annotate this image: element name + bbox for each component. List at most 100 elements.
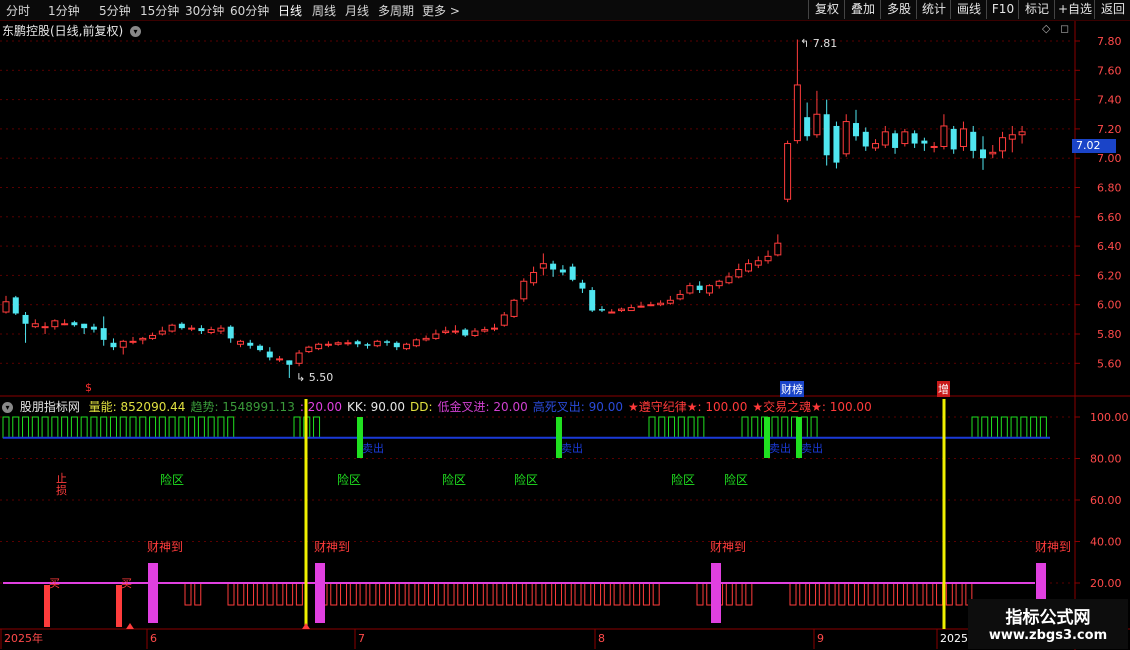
green-bar	[991, 416, 999, 439]
candle-body	[119, 340, 127, 348]
green-bar	[687, 416, 695, 439]
red-bar	[828, 582, 836, 606]
f10-button[interactable]: F10	[986, 0, 1019, 19]
candle-body	[550, 263, 557, 270]
period-multi[interactable]: 多周期	[378, 2, 414, 19]
red-bar	[564, 582, 572, 606]
period-30min[interactable]: 30分钟	[185, 2, 224, 19]
red-bar	[906, 582, 914, 606]
red-bar	[877, 582, 885, 606]
indicator-value-8: ★交易之魂★: 100.00	[752, 400, 872, 414]
green-bar	[61, 416, 69, 439]
period-5min[interactable]: 5分钟	[99, 2, 131, 19]
red-bar	[789, 582, 797, 606]
red-bar	[818, 582, 826, 606]
candle-body	[559, 269, 566, 273]
period-weekly[interactable]: 周线	[312, 2, 336, 19]
red-bar	[286, 582, 294, 606]
green-bar	[971, 416, 979, 439]
chart-frame	[0, 21, 1130, 650]
stock-title: 东鹏控股(日线,前复权)	[2, 24, 124, 38]
caishen-label: 财神到	[147, 540, 183, 554]
period-fenshi[interactable]: 分时	[6, 2, 30, 19]
candle-body	[422, 337, 430, 341]
chevron-down-icon[interactable]: ▾	[130, 26, 142, 37]
risk-zone-label: 险区	[442, 472, 466, 487]
period-monthly[interactable]: 月线	[345, 2, 369, 19]
period-1min[interactable]: 1分钟	[48, 2, 80, 19]
red-bar	[256, 582, 264, 606]
high-price-label: ↰ 7.81	[800, 37, 838, 50]
candle-body	[61, 323, 69, 326]
sell-label: 卖出	[801, 441, 823, 455]
indicator-settings-icon[interactable]: ▾	[2, 402, 13, 413]
red-bar	[369, 582, 377, 606]
red-bar	[276, 582, 284, 606]
green-bar	[217, 416, 225, 439]
diamond-icon[interactable]: ◇	[1042, 22, 1050, 35]
green-bar	[648, 416, 656, 439]
multi-stock-button[interactable]: 多股	[880, 0, 917, 19]
add-watchlist-button[interactable]: +自选	[1054, 0, 1095, 19]
candle-body	[881, 131, 889, 146]
risk-zone-label: 险区	[337, 472, 361, 487]
buy-label: 买	[121, 577, 132, 590]
candle-body	[1008, 134, 1016, 140]
draw-line-button[interactable]: 画线	[950, 0, 987, 19]
red-bar	[887, 582, 895, 606]
back-button[interactable]: 返回	[1094, 0, 1130, 19]
candle-body	[774, 242, 782, 256]
green-bar	[800, 416, 808, 439]
red-bar	[745, 582, 753, 606]
candle-body	[168, 324, 176, 332]
indicator-value-3: KK: 90.00	[347, 400, 405, 414]
green-bar	[1030, 416, 1038, 439]
red-bar	[408, 582, 416, 606]
red-bar	[725, 582, 733, 606]
candle-body	[804, 117, 811, 137]
indicator-name[interactable]: 股朋指标网	[20, 400, 80, 414]
period-60min[interactable]: 60分钟	[230, 2, 269, 19]
period-more[interactable]: 更多 >	[422, 2, 460, 19]
candle-body	[393, 342, 400, 348]
candle-body	[2, 301, 10, 313]
stoploss-label: 损	[56, 483, 67, 497]
period-15min[interactable]: 15分钟	[140, 2, 179, 19]
candle-body	[364, 344, 371, 346]
period-daily[interactable]: 日线	[278, 2, 302, 19]
kline-chart[interactable]: 7.80 7.60 7.40 7.20 7.00 6.80 6.60 6.40 6.20 6.00…	[0, 21, 1130, 650]
green-bar	[751, 416, 759, 439]
candle-body	[71, 322, 78, 326]
indicator-header: ▾ 股朋指标网 量能: 852090.44 趋势: 1548991.13: 20.…	[2, 398, 882, 415]
candle-body	[12, 297, 19, 314]
price-axis-label: 7.00	[1097, 152, 1122, 165]
red-bar	[838, 582, 846, 606]
red-bar	[437, 582, 445, 606]
risk-zone-label: 险区	[724, 472, 748, 487]
candle-body	[442, 330, 450, 334]
price-axis-label: 6.20	[1097, 269, 1122, 282]
green-bar	[741, 416, 749, 439]
zeng-badge: 增	[937, 381, 950, 397]
candle-body	[471, 330, 479, 336]
red-bar	[545, 582, 553, 606]
candle-body	[589, 290, 596, 311]
red-bar	[457, 582, 465, 606]
watermark-url: www.zbgs3.com	[988, 628, 1108, 643]
red-bar	[809, 582, 817, 606]
red-bar	[525, 582, 533, 606]
risk-zone-label: 险区	[160, 472, 184, 487]
candle-body	[940, 125, 948, 147]
candle-body	[81, 323, 88, 329]
expand-icon[interactable]: ◻	[1060, 22, 1069, 35]
red-bar	[379, 582, 387, 606]
statistics-button[interactable]: 统计	[916, 0, 951, 19]
mark-button[interactable]: 标记	[1018, 0, 1055, 19]
candle-body	[315, 343, 323, 350]
overlay-button[interactable]: 叠加	[844, 0, 881, 19]
candle-body	[618, 308, 626, 312]
high-price-value: 7.81	[812, 37, 838, 50]
candle-body	[158, 330, 166, 335]
restore-rights-button[interactable]: 复权	[808, 0, 845, 19]
candle-body	[725, 276, 733, 284]
